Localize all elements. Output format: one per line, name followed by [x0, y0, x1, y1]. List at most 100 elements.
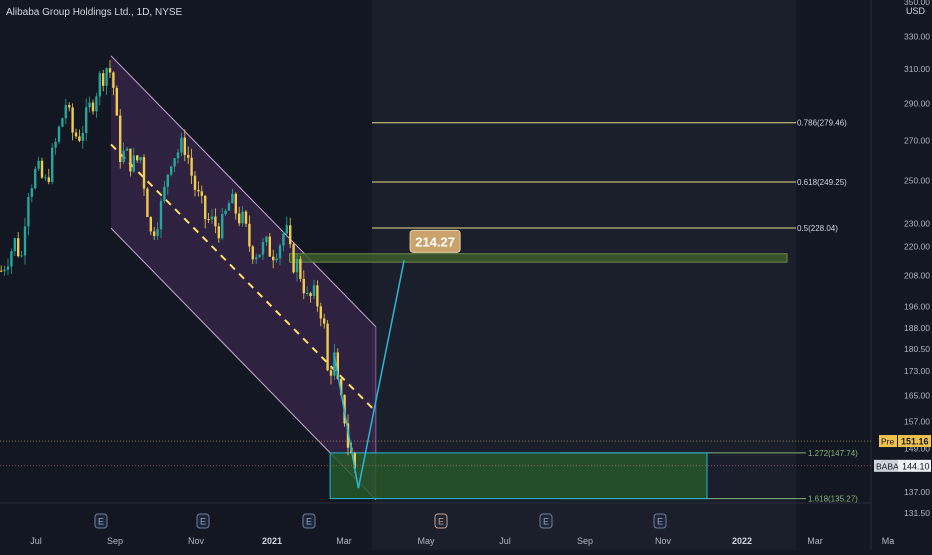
- y-tick-label: 165.00: [904, 391, 930, 401]
- candle-body: [265, 236, 268, 243]
- candle-body: [10, 251, 13, 267]
- candle-body: [309, 292, 312, 297]
- candle-body: [231, 193, 234, 204]
- y-tick-label: 220.00: [904, 242, 930, 252]
- currency-label[interactable]: USD: [906, 6, 926, 16]
- candle-body: [40, 160, 44, 178]
- candle-body: [323, 318, 326, 324]
- candle-body: [299, 259, 302, 279]
- y-tick-label: 270.00: [904, 136, 930, 146]
- candle-body: [122, 150, 125, 163]
- candle-body: [44, 177, 47, 179]
- y-tick-label: 230.00: [904, 219, 930, 229]
- candle-body: [37, 160, 40, 169]
- resistance-zone[interactable]: [288, 253, 788, 263]
- candle-body: [0, 270, 3, 272]
- candle-body: [78, 136, 81, 141]
- candle-body: [105, 68, 108, 86]
- candle-body: [187, 154, 190, 158]
- candle-body: [139, 157, 142, 161]
- candle-body: [17, 238, 20, 257]
- earnings-marker-label: E: [657, 517, 663, 527]
- symbol-title: Alibaba Group Holdings Ltd., 1D, NYSE: [6, 7, 183, 18]
- fib-level-label: 1.618(135.27): [808, 495, 858, 504]
- price-chart[interactable]: 0.786(279.46) 0.618(249.25) 0.5(228.04) 1.2…: [0, 0, 932, 550]
- candle-body: [180, 137, 183, 153]
- candle-body: [47, 177, 50, 183]
- candle-body: [85, 107, 88, 133]
- candle-body: [102, 73, 105, 86]
- candle-body: [302, 278, 305, 294]
- fib-level-label: 0.5(228.04): [797, 224, 838, 233]
- earnings-marker[interactable]: E: [434, 513, 448, 529]
- x-tick-label: Nov: [188, 536, 205, 546]
- candle-body: [146, 188, 149, 218]
- y-tick-label: 173.00: [904, 366, 930, 376]
- candle-body: [119, 115, 122, 163]
- candle-body: [64, 105, 67, 119]
- candle-body: [272, 256, 275, 261]
- y-tick-label: 208.00: [904, 271, 930, 281]
- fib-level-label: 1.272(147.74): [808, 449, 858, 458]
- earnings-marker[interactable]: E: [196, 513, 210, 529]
- candle-body: [91, 102, 95, 112]
- candle-body: [95, 96, 98, 112]
- candle-body: [156, 229, 159, 236]
- candle-body: [170, 166, 173, 175]
- candle-body: [112, 72, 115, 88]
- earnings-marker[interactable]: E: [302, 513, 316, 529]
- current-price: 144.10: [902, 461, 930, 471]
- candle-body: [71, 107, 74, 133]
- y-tick-label: 250.00: [904, 175, 930, 185]
- candle-body: [292, 244, 295, 273]
- y-tick-label: 137.00: [904, 487, 930, 497]
- candle-body: [282, 233, 285, 246]
- x-tick-label: Sep: [577, 536, 593, 546]
- candle-body: [261, 242, 265, 255]
- candle-body: [173, 158, 176, 167]
- fib-level-label: 0.618(249.25): [797, 178, 847, 187]
- candle-body: [319, 306, 322, 319]
- candle-body: [255, 257, 258, 260]
- candle-body: [234, 193, 237, 214]
- x-tick-label: Mar: [336, 536, 352, 546]
- x-tick-label: Sep: [107, 536, 123, 546]
- candle-body: [214, 216, 217, 227]
- candle-body: [316, 285, 319, 307]
- candle-body: [125, 148, 129, 151]
- support-zone[interactable]: [329, 452, 708, 500]
- y-tick-label: 290.00: [904, 99, 930, 109]
- candle-body: [115, 87, 118, 116]
- earnings-marker[interactable]: E: [539, 513, 553, 529]
- candle-body: [20, 255, 23, 257]
- candle-body: [163, 186, 166, 201]
- y-tick-label: 188.00: [904, 323, 930, 333]
- premarket-price: 151.16: [901, 437, 929, 447]
- candle-body: [221, 214, 224, 239]
- candle-body: [159, 200, 163, 230]
- earnings-marker-label: E: [438, 517, 444, 527]
- candle-body: [306, 292, 309, 294]
- earnings-marker[interactable]: E: [94, 513, 108, 529]
- candle-body: [68, 105, 71, 108]
- candle-body: [190, 157, 193, 176]
- candle-body: [312, 285, 316, 297]
- candle-body: [193, 175, 197, 190]
- x-tick-label: May: [417, 536, 435, 546]
- candle-body: [289, 225, 292, 245]
- earnings-marker[interactable]: E: [653, 513, 667, 529]
- y-tick-label: 131.50: [904, 508, 930, 518]
- candle-body: [30, 188, 33, 198]
- candle-body: [51, 147, 54, 183]
- earnings-marker-label: E: [543, 517, 549, 527]
- candle-body: [329, 370, 333, 376]
- candle-body: [248, 223, 251, 247]
- candle-body: [238, 213, 241, 224]
- x-tick-label: Mar: [807, 536, 823, 546]
- candle-body: [34, 168, 37, 189]
- candle-body: [224, 210, 227, 215]
- x-tick-label: 2021: [262, 536, 282, 546]
- candle-body: [197, 189, 200, 192]
- candle-body: [142, 157, 146, 189]
- candle-body: [6, 266, 10, 270]
